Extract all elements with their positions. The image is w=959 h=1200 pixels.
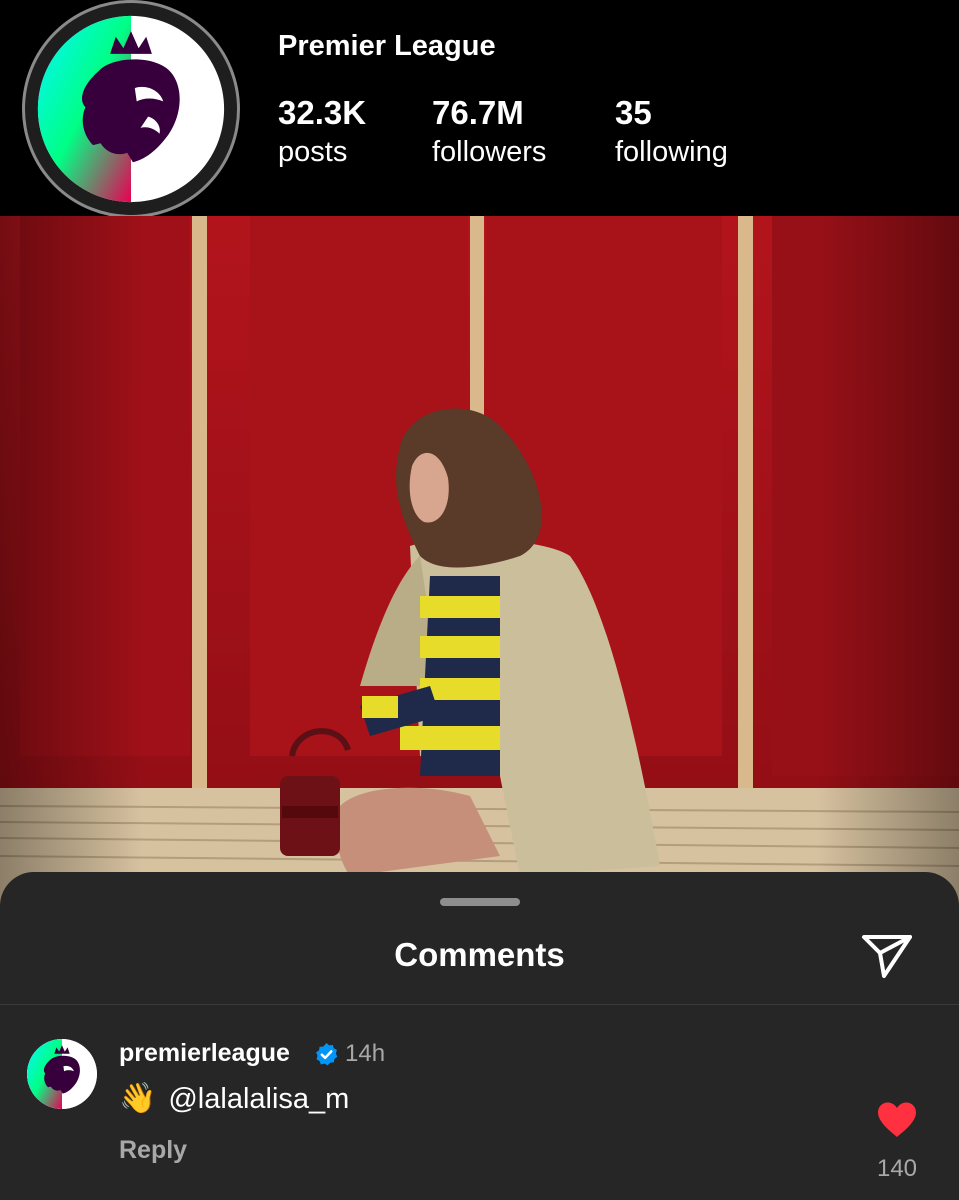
stat-posts-label: posts <box>278 136 348 168</box>
profile-name: Premier League <box>278 30 496 62</box>
like-button[interactable] <box>876 1101 918 1139</box>
sheet-title: Comments <box>394 936 565 973</box>
stat-following[interactable]: 35 following <box>615 94 728 172</box>
stat-following-label: following <box>615 136 728 168</box>
stat-followers-label: followers <box>432 136 547 168</box>
comments-sheet: Comments premierleague 14h 👋 @lalalalisa… <box>0 872 959 1200</box>
stat-posts[interactable]: 32.3K posts <box>278 94 366 172</box>
comment-timestamp: 14h <box>345 1040 386 1067</box>
comment-item: premierleague 14h 👋 @lalalalisa_m Reply 1… <box>0 1005 959 1200</box>
waving-hand-emoji: 👋 <box>119 1082 157 1115</box>
sheet-grabber-handle[interactable] <box>440 898 520 906</box>
comment-text: 👋 @lalalalisa_m <box>119 1081 349 1116</box>
comment-mention-link[interactable]: @lalalalisa_m <box>168 1083 349 1115</box>
like-count: 140 <box>876 1155 918 1182</box>
stat-following-value: 35 <box>615 94 652 131</box>
reply-button[interactable]: Reply <box>119 1136 187 1165</box>
post-photo[interactable] <box>0 216 959 916</box>
paper-plane-icon <box>862 935 912 978</box>
stat-followers-value: 76.7M <box>432 94 524 131</box>
heart-filled-icon <box>878 1102 916 1137</box>
verified-badge-icon <box>316 1043 338 1066</box>
stat-followers[interactable]: 76.7M followers <box>432 94 546 172</box>
stat-posts-value: 32.3K <box>278 94 367 131</box>
profile-header: Premier League 32.3K posts 76.7M followe… <box>0 0 959 218</box>
premier-league-logo-icon <box>37 15 225 203</box>
share-button[interactable] <box>860 932 914 980</box>
premier-league-logo-icon <box>27 1039 97 1109</box>
comment-username[interactable]: premierleague <box>119 1039 290 1068</box>
comment-avatar[interactable] <box>27 1039 97 1109</box>
profile-avatar[interactable] <box>22 0 240 218</box>
